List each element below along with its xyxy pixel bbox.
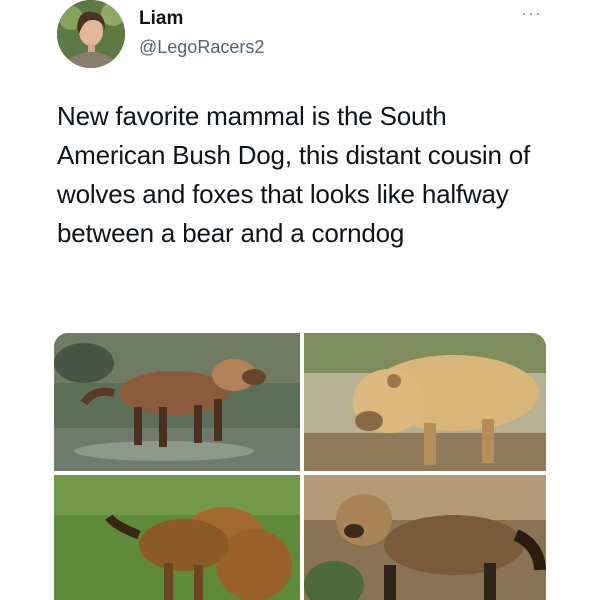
profile-photo [57, 0, 125, 68]
user-handle[interactable]: @LegoRacers2 [139, 36, 264, 58]
bush-dog-leaves-image [304, 475, 546, 600]
photo-4[interactable] [304, 475, 546, 600]
photo-2[interactable] [304, 333, 546, 471]
more-options-icon[interactable]: ··· [521, 4, 542, 22]
tweet-text: New favorite mammal is the South America… [57, 101, 531, 248]
tweet-header: Liam @LegoRacers2 ··· [0, 0, 600, 80]
bush-dog-grass-image [54, 475, 300, 600]
photo-1[interactable] [54, 333, 300, 471]
display-name[interactable]: Liam [139, 8, 264, 30]
bush-dog-closeup-image [304, 333, 546, 471]
photo-3[interactable] [54, 475, 300, 600]
avatar[interactable] [57, 0, 125, 68]
bush-dog-water-image [54, 333, 300, 471]
media-grid[interactable] [54, 333, 546, 600]
user-info: Liam @LegoRacers2 [139, 8, 264, 58]
